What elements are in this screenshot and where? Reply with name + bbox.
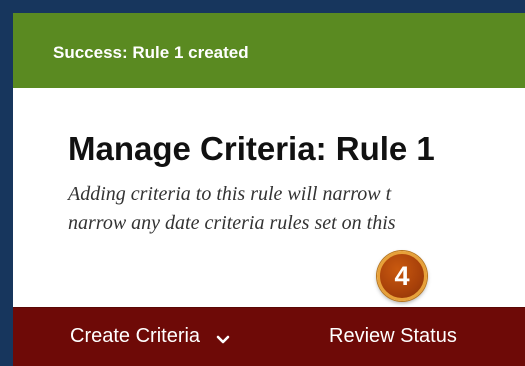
chevron-down-icon	[216, 328, 230, 351]
step-number-badge: 4	[377, 251, 427, 301]
description-line: Adding criteria to this rule will narrow…	[68, 183, 392, 205]
create-criteria-label: Create Criteria	[70, 325, 201, 347]
review-status-button[interactable]: Review Status	[329, 325, 457, 348]
page-description: Adding criteria to this rule will narrow…	[68, 180, 525, 238]
page-title: Manage Criteria: Rule 1	[68, 130, 435, 167]
window-frame: Success: Rule 1 created Manage Criteria:…	[0, 0, 525, 366]
create-criteria-button[interactable]: Create Criteria	[70, 325, 230, 348]
description-line: narrow any date criteria rules set on th…	[68, 212, 396, 234]
success-message: Success: Rule 1 created	[53, 43, 249, 62]
success-banner: Success: Rule 1 created	[13, 13, 525, 88]
action-bar: Create Criteria Review Status	[13, 307, 525, 366]
review-status-label: Review Status	[329, 325, 457, 347]
